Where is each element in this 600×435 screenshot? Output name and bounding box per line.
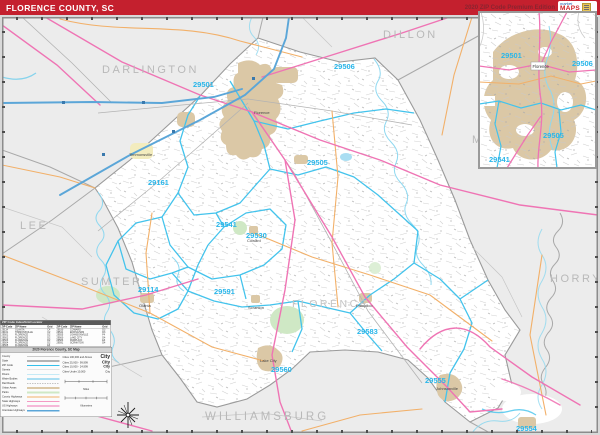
zip-label-29501: 29501 xyxy=(193,80,214,89)
zip-label-29541: 29541 xyxy=(216,220,237,229)
page-title: FLORENCE COUNTY, SC xyxy=(6,3,114,13)
county-label-williamsburg: WILLIAMSBURG xyxy=(205,411,329,423)
scale-bar-kilometers: Kilometers xyxy=(62,396,110,410)
map-page: FLORENCE COUNTY, SC 2020 ZIP Code Premiu… xyxy=(0,0,600,435)
inset-zip-29506: 29506 xyxy=(572,59,593,68)
zip-label-29114: 29114 xyxy=(138,285,159,294)
county-label-sumter: SUMTER xyxy=(81,276,142,288)
county-label-dillon: DILLON xyxy=(383,29,438,41)
zip-label-29555: 29555 xyxy=(425,376,446,385)
map-legend: 2020 Florence County, SC Map County Stat… xyxy=(0,347,112,417)
county-label-darlington: DARLINGTON xyxy=(102,64,199,76)
zip-label-29506: 29506 xyxy=(334,62,355,71)
scale-bar-miles: Miles xyxy=(62,379,110,393)
town-label-olanta: Olanta xyxy=(139,303,152,308)
lake xyxy=(340,153,352,161)
inset-zip-29501: 29501 xyxy=(501,51,522,60)
town-label-florence: Florence xyxy=(254,110,270,115)
town-label-pamplico: Pamplico xyxy=(356,303,373,308)
town-label-coward: Coward xyxy=(247,238,261,243)
zip-label-29161: 29161 xyxy=(148,178,169,187)
inset-town-label: Florence xyxy=(533,64,550,69)
legend-item: Interstate Highways xyxy=(2,408,60,413)
zip-label-29560: 29560 xyxy=(271,365,292,374)
zip-label-29583: 29583 xyxy=(357,327,378,336)
legend-cities-column: Cities 100,000 and AboveCity Cities 25,0… xyxy=(60,354,110,413)
county-label-horry: HORRY xyxy=(550,273,598,285)
town-label-johnsonville: Johnsonville xyxy=(436,386,459,391)
florence-city-inset-map: Florence 29501 29506 29505 29541 xyxy=(478,11,597,169)
legend-symbols-column: County State ZIP Code Streets Rivers Wat… xyxy=(2,354,60,413)
town-label-scranton: Scranton xyxy=(248,305,264,310)
zip-label-29591: 29591 xyxy=(214,287,235,296)
town-label-lakecity: Lake City xyxy=(260,358,277,363)
zip-index-table: ZIP Code Index/Grid Locator ZIP Code ZIP… xyxy=(0,320,111,347)
table-row: 29591SCRANTOND4 xyxy=(57,342,110,345)
zip-label-29505: 29505 xyxy=(307,158,328,167)
county-label-lee: LEE xyxy=(20,220,48,232)
inset-zip-29505: 29505 xyxy=(543,131,564,140)
legend-city-size: Cities Under 10,000City xyxy=(62,371,110,377)
town-label-timmonsville: Timmonsville xyxy=(129,152,153,157)
inset-zip-29541: 29541 xyxy=(489,155,510,164)
